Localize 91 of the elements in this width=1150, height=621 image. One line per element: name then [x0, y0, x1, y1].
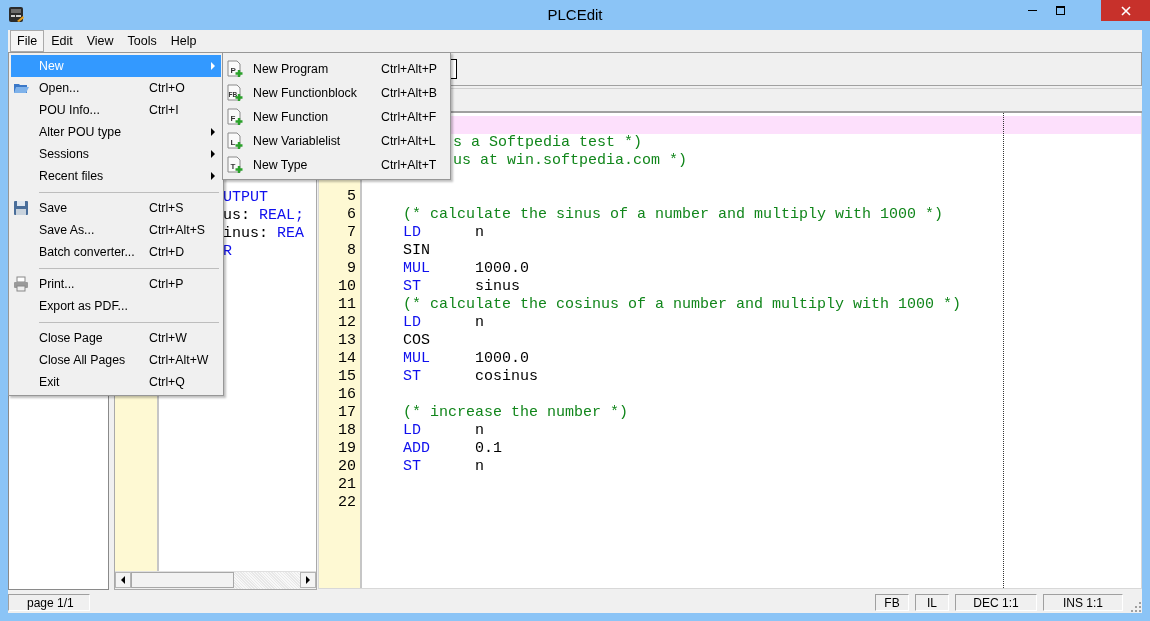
- line-number: 14: [337, 350, 357, 368]
- line-number: 8: [346, 242, 357, 260]
- menu-item[interactable]: Recent files: [11, 165, 221, 187]
- code-instruction: LD: [403, 224, 422, 242]
- code-operand: cosinus: [475, 368, 538, 385]
- line-number: 15: [337, 368, 357, 386]
- line-number: 10: [337, 278, 357, 296]
- app-icon: [8, 6, 25, 23]
- document-plus-icon: T: [227, 156, 244, 174]
- code-instruction: ST: [403, 458, 422, 476]
- line-number: 16: [337, 386, 357, 404]
- close-button[interactable]: [1101, 0, 1150, 21]
- line-number: 5: [346, 188, 357, 206]
- code-text: us:: [223, 207, 250, 224]
- document-plus-icon: F: [227, 108, 244, 126]
- minimize-icon: [1027, 10, 1037, 11]
- menu-item[interactable]: Help: [163, 30, 204, 52]
- menu-item[interactable]: Edit: [44, 30, 80, 52]
- code-instruction: ADD: [403, 440, 431, 458]
- line-number: 9: [346, 260, 357, 278]
- menu-item[interactable]: Tools: [120, 30, 164, 52]
- scrollbar-thumb[interactable]: [131, 572, 234, 588]
- code-operand: 0.1: [475, 440, 502, 457]
- status-panel: INS 1:1: [1043, 594, 1123, 611]
- code-instruction: LD: [403, 314, 422, 332]
- menu-item[interactable]: Batch converter... Ctrl+D: [11, 241, 221, 263]
- menu-item[interactable]: Sessions: [11, 143, 221, 165]
- scroll-right-icon[interactable]: [306, 576, 310, 584]
- menu-item[interactable]: Exit Ctrl+Q: [11, 371, 221, 393]
- window-title: PLCEdit: [546, 5, 604, 25]
- scroll-left-icon[interactable]: [121, 576, 125, 584]
- status-panel: FB: [875, 594, 909, 611]
- maximize-icon: [1055, 6, 1065, 15]
- code-instruction: COS: [403, 332, 431, 350]
- document-plus-icon: P: [227, 60, 244, 78]
- menu-item[interactable]: F New Function Ctrl+Alt+F: [225, 105, 448, 129]
- menu-item[interactable]: T New Type Ctrl+Alt+T: [225, 153, 448, 177]
- menu-item[interactable]: Print... Ctrl+P: [11, 273, 221, 295]
- status-panel: IL: [915, 594, 949, 611]
- status-panel: DEC 1:1: [955, 594, 1037, 611]
- code-text: inus:: [223, 225, 268, 242]
- menu-item[interactable]: POU Info... Ctrl+I: [11, 99, 221, 121]
- line-number: 11: [337, 296, 357, 314]
- line-number: 21: [337, 476, 357, 494]
- status-panel: page 1/1: [8, 594, 90, 611]
- code-instruction: LD: [403, 422, 422, 440]
- code-text: UTPUT: [223, 189, 268, 206]
- menu-item[interactable]: View: [79, 30, 121, 52]
- code-instruction: SIN: [403, 242, 431, 260]
- menu-item[interactable]: Alter POU type: [11, 121, 221, 143]
- line-number: 6: [346, 206, 357, 224]
- close-icon: [1120, 5, 1131, 16]
- code-operand: n: [475, 224, 484, 241]
- horizontal-scrollbar[interactable]: [115, 571, 316, 589]
- menu-item[interactable]: L New Variablelist Ctrl+Alt+L: [225, 129, 448, 153]
- code-comment: (* increase the number *): [403, 404, 629, 421]
- code-comment: (* calculate the sinus of a number and multiply with 1000 *): [403, 206, 944, 223]
- line-number: 13: [337, 332, 357, 350]
- line-number: 20: [337, 458, 357, 476]
- line-number: 22: [337, 494, 357, 512]
- menu-item[interactable]: Open... Ctrl+O: [11, 77, 221, 99]
- code-operand: 1000.0: [475, 350, 529, 367]
- code-operand: n: [475, 422, 484, 439]
- code-text: REAL;: [259, 207, 305, 224]
- code-instruction: ST: [403, 278, 422, 296]
- menu-item[interactable]: File: [10, 30, 45, 52]
- code-comment: s a Softpedia test *): [453, 134, 643, 151]
- code-comment: us at win.softpedia.com *): [453, 152, 688, 169]
- code-operand: 1000.0: [475, 260, 529, 277]
- menu-item[interactable]: Close All Pages Ctrl+Alt+W: [11, 349, 221, 371]
- code-operand: n: [475, 314, 484, 331]
- code-comment: (* calculate the cosinus of a number and multiply with 1000 *): [403, 296, 962, 313]
- menu-item[interactable]: P New Program Ctrl+Alt+P: [225, 57, 448, 81]
- code-operand: n: [475, 458, 484, 475]
- code-instruction: ST: [403, 368, 422, 386]
- menu-item[interactable]: Save As... Ctrl+Alt+S: [11, 219, 221, 241]
- printer-icon: [13, 276, 30, 292]
- code-text: REA: [277, 225, 305, 242]
- document-plus-icon: L: [227, 132, 244, 150]
- line-number: 18: [337, 422, 357, 440]
- menu-item[interactable]: Save Ctrl+S: [11, 197, 221, 219]
- code-instruction: MUL: [403, 260, 431, 278]
- code-operand: sinus: [475, 278, 520, 295]
- code-instruction: MUL: [403, 350, 431, 368]
- line-number: 7: [346, 224, 357, 242]
- line-number: 17: [337, 404, 357, 422]
- line-number: 12: [337, 314, 357, 332]
- line-number: 19: [337, 440, 357, 458]
- menu-item[interactable]: Close Page Ctrl+W: [11, 327, 221, 349]
- code-text: R: [223, 243, 232, 260]
- menu-item[interactable]: Export as PDF...: [11, 295, 221, 317]
